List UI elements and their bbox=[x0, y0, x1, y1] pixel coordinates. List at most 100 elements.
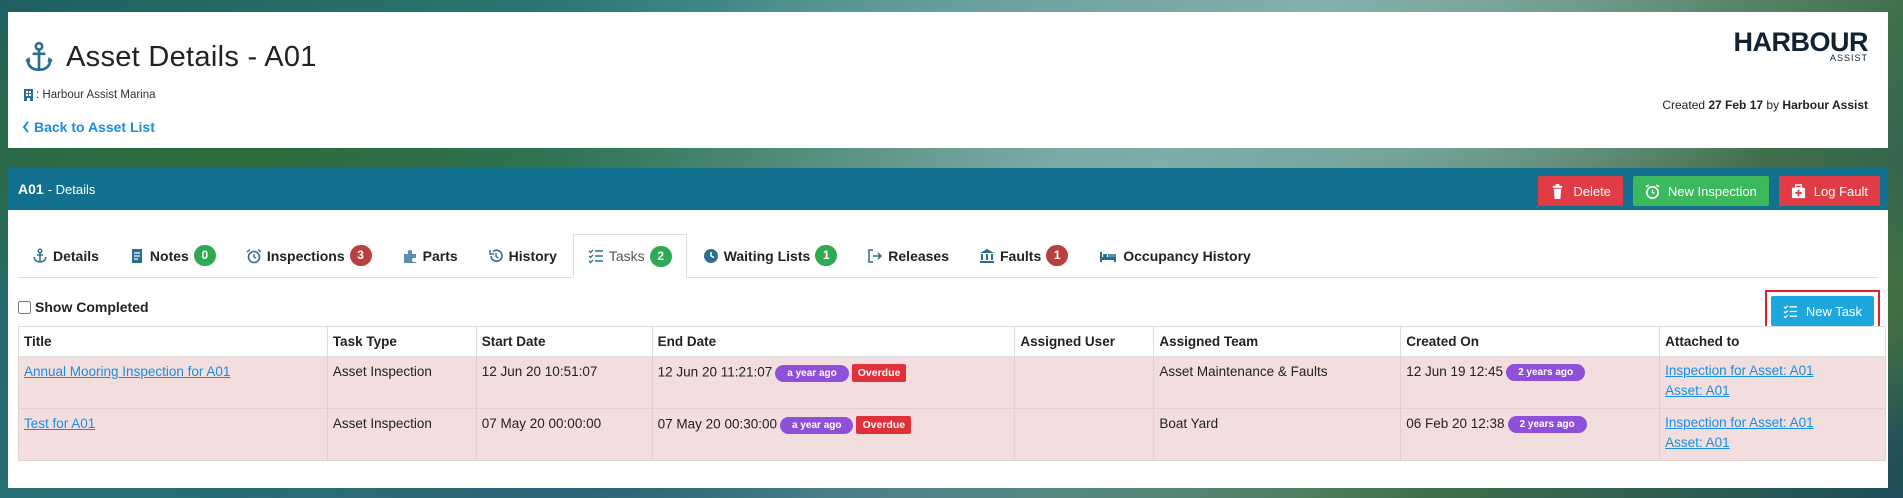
attached-asset-link[interactable]: Asset: A01 bbox=[1665, 433, 1880, 453]
task-title-cell: Annual Mooring Inspection for A01 bbox=[18, 356, 328, 409]
tab-history-label: History bbox=[508, 247, 557, 264]
tab-occupancy-history[interactable]: Occupancy History bbox=[1084, 234, 1265, 277]
page-title: Asset Details - A01 bbox=[66, 40, 317, 73]
attached-inspection-link[interactable]: Inspection for Asset: A01 bbox=[1665, 361, 1880, 381]
harbour-assist-logo: HARBOUR ASSIST bbox=[1734, 28, 1869, 63]
attached-to-cell: Inspection for Asset: A01 Asset: A01 bbox=[1659, 356, 1886, 409]
column-header[interactable]: End Date bbox=[651, 326, 1016, 357]
created-info: Created 27 Feb 17 by Harbour Assist bbox=[1662, 98, 1868, 112]
clock-icon bbox=[703, 248, 718, 263]
faults-count-badge: 1 bbox=[1046, 245, 1069, 266]
tab-occupancy-history-label: Occupancy History bbox=[1123, 247, 1251, 264]
alarm-clock-icon bbox=[1645, 183, 1660, 199]
attached-asset-link[interactable]: Asset: A01 bbox=[1665, 381, 1880, 401]
tab-parts-label: Parts bbox=[422, 247, 458, 264]
relative-time-badge: a year ago bbox=[780, 416, 854, 434]
assigned-user-cell bbox=[1014, 408, 1155, 461]
relative-time-badge: 2 years ago bbox=[1507, 416, 1587, 433]
tab-inspections-label: Inspections bbox=[266, 247, 345, 264]
anchor-icon bbox=[25, 41, 53, 72]
asset-code: A01 bbox=[18, 181, 44, 197]
column-header[interactable]: Title bbox=[18, 326, 328, 357]
tab-parts[interactable]: Parts bbox=[388, 234, 472, 277]
checklist-icon bbox=[1783, 304, 1797, 318]
tab-notes-label: Notes bbox=[149, 247, 189, 264]
created-prefix: Created bbox=[1662, 98, 1709, 112]
task-type-cell: Asset Inspection bbox=[326, 408, 477, 461]
back-link-label: Back to Asset List bbox=[34, 119, 155, 135]
first-aid-kit-icon bbox=[1791, 183, 1805, 198]
task-title-link[interactable]: Annual Mooring Inspection for A01 bbox=[24, 364, 230, 379]
tab-tasks[interactable]: Tasks 2 bbox=[572, 234, 687, 278]
waiting-lists-count-badge: 1 bbox=[815, 245, 838, 266]
inspections-count-badge: 3 bbox=[349, 245, 372, 266]
tab-faults[interactable]: Faults 1 bbox=[965, 234, 1082, 277]
puzzle-icon bbox=[403, 249, 416, 263]
bank-icon bbox=[980, 248, 994, 263]
alarm-clock-icon bbox=[246, 248, 262, 263]
logo-main-text: HARBOUR bbox=[1733, 27, 1869, 57]
tab-details-label: Details bbox=[53, 247, 99, 264]
notes-count-badge: 0 bbox=[193, 245, 216, 266]
column-header[interactable]: Start Date bbox=[475, 326, 653, 357]
history-icon bbox=[488, 248, 503, 262]
tab-inspections[interactable]: Inspections 3 bbox=[232, 234, 386, 277]
column-header[interactable]: Task Type bbox=[326, 326, 477, 357]
bed-icon bbox=[1100, 251, 1117, 262]
relative-time-badge: 2 years ago bbox=[1506, 364, 1586, 381]
asset-header-card: Asset Details - A01 : Harbour Assist Mar… bbox=[8, 12, 1888, 148]
delete-button[interactable]: Delete bbox=[1538, 176, 1623, 206]
delete-label: Delete bbox=[1573, 183, 1611, 199]
overdue-badge: Overdue bbox=[856, 416, 912, 434]
assigned-user-cell bbox=[1014, 356, 1155, 409]
end-date-cell: 12 Jun 20 11:21:07 a year ago Overdue bbox=[651, 356, 1016, 409]
log-fault-button[interactable]: Log Fault bbox=[1778, 176, 1880, 206]
relative-time-badge: a year ago bbox=[775, 364, 849, 382]
new-inspection-button[interactable]: New Inspection bbox=[1632, 176, 1769, 206]
note-icon bbox=[131, 248, 142, 263]
created-by: Harbour Assist bbox=[1782, 98, 1868, 112]
attached-inspection-link[interactable]: Inspection for Asset: A01 bbox=[1665, 413, 1880, 433]
tab-releases[interactable]: Releases bbox=[853, 234, 963, 277]
tab-notes[interactable]: Notes 0 bbox=[115, 234, 230, 277]
column-header[interactable]: Assigned User bbox=[1014, 326, 1155, 357]
end-date-text: 07 May 20 00:30:00 bbox=[657, 416, 777, 432]
attached-to-cell: Inspection for Asset: A01 Asset: A01 bbox=[1659, 408, 1886, 461]
assigned-team-cell: Asset Maintenance & Faults bbox=[1153, 356, 1402, 409]
asset-details-panel: A01 - Details Delete New Inspection Log … bbox=[8, 168, 1888, 488]
column-header[interactable]: Assigned Team bbox=[1153, 326, 1402, 357]
tab-waiting-lists[interactable]: Waiting Lists 1 bbox=[689, 234, 852, 277]
tab-history[interactable]: History bbox=[474, 234, 571, 277]
show-completed-checkbox[interactable] bbox=[18, 300, 31, 314]
column-header[interactable]: Attached to bbox=[1659, 326, 1886, 357]
show-completed-label: Show Completed bbox=[35, 299, 149, 315]
table-row: Annual Mooring Inspection for A01 Asset … bbox=[18, 356, 1886, 409]
panel-title-rest: - Details bbox=[47, 181, 96, 197]
new-task-label: New Task bbox=[1805, 303, 1862, 319]
start-date-cell: 07 May 20 00:00:00 bbox=[475, 408, 653, 461]
overdue-badge: Overdue bbox=[851, 364, 907, 382]
table-row: Test for A01 Asset Inspection 07 May 20 … bbox=[18, 408, 1886, 461]
end-date-text: 12 Jun 20 11:21:07 bbox=[657, 364, 773, 380]
task-title-link[interactable]: Test for A01 bbox=[24, 416, 95, 431]
task-title-cell: Test for A01 bbox=[18, 408, 328, 461]
table-header-row: Title Task Type Start Date End Date Assi… bbox=[18, 326, 1886, 357]
page-title-row: Asset Details - A01 bbox=[22, 40, 317, 74]
created-on-cell: 12 Jun 19 12:45 2 years ago bbox=[1400, 356, 1661, 409]
detail-tabs: Details Notes 0 Inspections 3 Parts Hist… bbox=[18, 234, 1878, 278]
tab-faults-label: Faults bbox=[1000, 247, 1042, 264]
panel-heading: A01 - Details Delete New Inspection Log … bbox=[8, 168, 1888, 210]
created-on-cell: 06 Feb 20 12:38 2 years ago bbox=[1400, 408, 1661, 461]
new-task-button[interactable]: New Task bbox=[1770, 296, 1874, 326]
tab-details[interactable]: Details bbox=[18, 234, 113, 277]
column-header[interactable]: Created On bbox=[1400, 326, 1661, 357]
chevron-left-icon bbox=[22, 121, 29, 133]
tasks-count-badge: 2 bbox=[649, 245, 672, 267]
task-type-cell: Asset Inspection bbox=[326, 356, 477, 409]
anchor-icon bbox=[33, 247, 47, 263]
panel-actions: Delete New Inspection Log Fault bbox=[1538, 176, 1880, 206]
show-completed-toggle[interactable]: Show Completed bbox=[18, 299, 149, 315]
marina-name: : Harbour Assist Marina bbox=[36, 89, 156, 101]
created-date: 27 Feb 17 bbox=[1708, 98, 1764, 112]
back-to-asset-list-link[interactable]: Back to Asset List bbox=[22, 119, 155, 135]
